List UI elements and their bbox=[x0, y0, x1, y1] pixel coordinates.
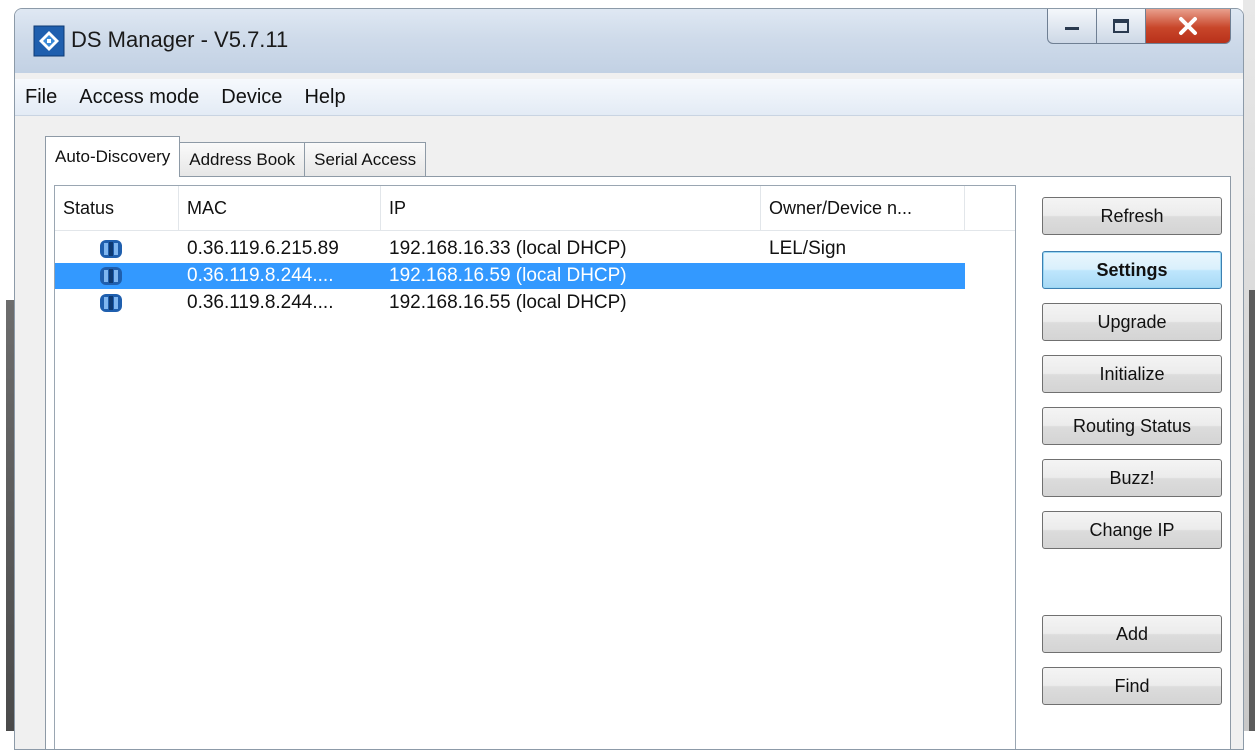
initialize-button[interactable]: Initialize bbox=[1042, 355, 1222, 393]
tab-address-book[interactable]: Address Book bbox=[179, 142, 305, 177]
maximize-icon bbox=[1113, 19, 1129, 33]
find-button[interactable]: Find bbox=[1042, 667, 1222, 705]
background-window-edge-left bbox=[0, 0, 14, 731]
device-icon bbox=[100, 294, 122, 312]
menu-access-mode[interactable]: Access mode bbox=[68, 86, 210, 109]
mac-cell: 0.36.119.6.215.89 bbox=[187, 238, 339, 259]
tab-serial-access[interactable]: Serial Access bbox=[304, 142, 427, 177]
table-row[interactable]: 0.36.119.6.215.89 192.168.16.33 (local D… bbox=[55, 236, 965, 262]
close-icon bbox=[1179, 17, 1197, 35]
app-icon bbox=[33, 25, 65, 57]
column-mac[interactable]: MAC bbox=[179, 186, 381, 230]
table-row[interactable]: 0.36.119.8.244.... 192.168.16.59 (local … bbox=[55, 263, 965, 289]
menu-bar: File Access mode Device Help bbox=[15, 79, 1243, 116]
buzz-button[interactable]: Buzz! bbox=[1042, 459, 1222, 497]
ds-manager-window: DS Manager - V5.7.11 File Access mode De… bbox=[14, 8, 1244, 750]
maximize-button[interactable] bbox=[1097, 9, 1146, 44]
change-ip-button[interactable]: Change IP bbox=[1042, 511, 1222, 549]
column-ip[interactable]: IP bbox=[381, 186, 761, 230]
ip-cell: 192.168.16.59 (local DHCP) bbox=[389, 265, 627, 286]
list-header: Status MAC IP Owner/Device n... bbox=[55, 186, 1015, 231]
table-row[interactable]: 0.36.119.8.244.... 192.168.16.55 (local … bbox=[55, 290, 965, 316]
ip-cell: 192.168.16.55 (local DHCP) bbox=[389, 292, 627, 313]
menu-file[interactable]: File bbox=[15, 86, 68, 109]
routing-status-button[interactable]: Routing Status bbox=[1042, 407, 1222, 445]
tab-strip: Auto-Discovery Address Book Serial Acces… bbox=[45, 135, 427, 177]
settings-button[interactable]: Settings bbox=[1042, 251, 1222, 289]
close-button[interactable] bbox=[1146, 9, 1231, 44]
minimize-button[interactable] bbox=[1047, 9, 1097, 44]
column-owner-device-name[interactable]: Owner/Device n... bbox=[761, 186, 965, 230]
title-bar[interactable]: DS Manager - V5.7.11 bbox=[15, 9, 1243, 73]
column-status[interactable]: Status bbox=[55, 186, 179, 230]
device-list[interactable]: Status MAC IP Owner/Device n... 0.36.119… bbox=[54, 185, 1016, 749]
mac-cell: 0.36.119.8.244.... bbox=[187, 292, 334, 313]
upgrade-button[interactable]: Upgrade bbox=[1042, 303, 1222, 341]
menu-device[interactable]: Device bbox=[210, 86, 293, 109]
device-icon bbox=[100, 240, 122, 258]
background-window-edge-right bbox=[1243, 0, 1255, 731]
owner-cell: LEL/Sign bbox=[769, 238, 847, 259]
minimize-icon bbox=[1065, 27, 1079, 30]
window-title: DS Manager - V5.7.11 bbox=[71, 27, 289, 52]
refresh-button[interactable]: Refresh bbox=[1042, 197, 1222, 235]
device-icon bbox=[100, 267, 122, 285]
menu-help[interactable]: Help bbox=[293, 86, 356, 109]
tab-panel: Status MAC IP Owner/Device n... 0.36.119… bbox=[45, 176, 1231, 749]
tab-auto-discovery[interactable]: Auto-Discovery bbox=[45, 136, 181, 177]
mac-cell: 0.36.119.8.244.... bbox=[187, 265, 334, 286]
ip-cell: 192.168.16.33 (local DHCP) bbox=[389, 238, 627, 259]
add-button[interactable]: Add bbox=[1042, 615, 1222, 653]
